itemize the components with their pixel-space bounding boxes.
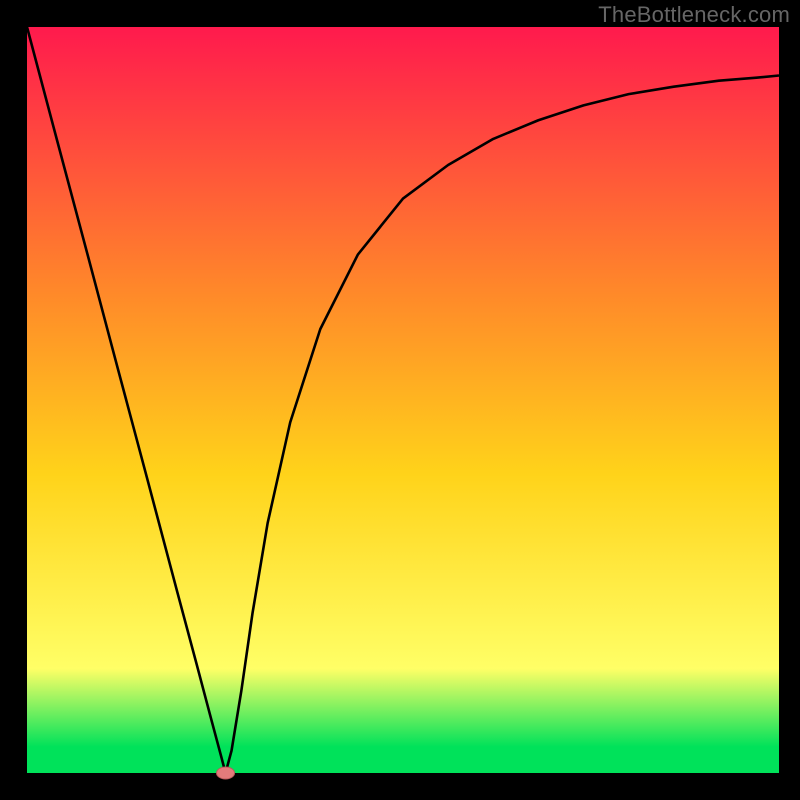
outer-frame: TheBottleneck.com <box>0 0 800 800</box>
plot-background <box>27 27 779 773</box>
optimum-marker <box>217 767 235 779</box>
chart-svg <box>0 0 800 800</box>
watermark-text: TheBottleneck.com <box>598 2 790 28</box>
